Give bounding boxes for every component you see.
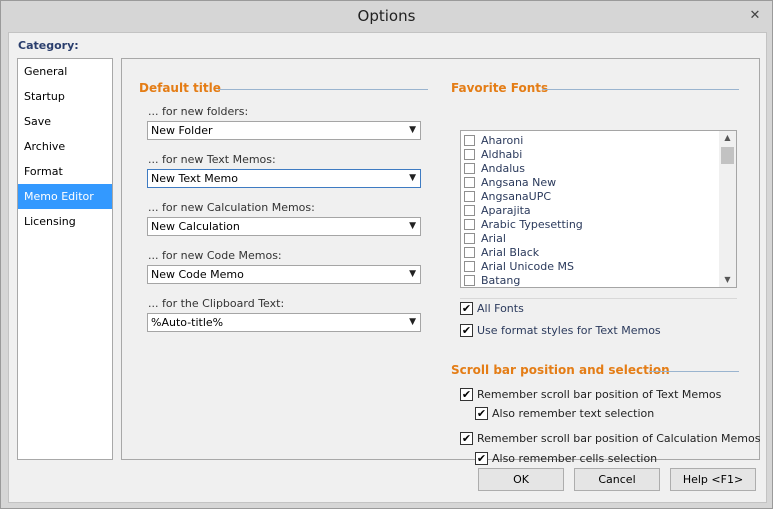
calc-memos-title-combo[interactable]: New Calculation ▼ xyxy=(147,217,421,236)
font-name: Batang xyxy=(481,274,521,287)
remember-text-scroll-label: Remember scroll bar position of Text Mem… xyxy=(477,388,722,401)
font-name: Arial Black xyxy=(481,246,540,259)
check-icon[interactable]: ✔ xyxy=(460,302,473,315)
category-item-save[interactable]: Save xyxy=(18,109,112,134)
fonts-scrollbar[interactable]: ▲ ▼ xyxy=(719,131,736,287)
scroll-down-icon[interactable]: ▼ xyxy=(719,273,736,287)
favorite-fonts-heading: Favorite Fonts xyxy=(451,81,549,95)
font-checkbox[interactable] xyxy=(464,135,475,146)
chevron-down-icon[interactable]: ▼ xyxy=(409,317,416,327)
check-icon[interactable]: ✔ xyxy=(475,407,488,420)
clipboard-title-value: %Auto-title% xyxy=(151,316,224,329)
all-fonts-label: All Fonts xyxy=(477,302,524,315)
favorite-fonts-list[interactable]: Aharoni Aldhabi Andalus Angsana New Angs… xyxy=(460,130,737,288)
font-name: Andalus xyxy=(481,162,525,175)
title-bar: Options ✕ xyxy=(1,1,772,32)
category-item-general[interactable]: General xyxy=(18,59,112,84)
chevron-down-icon[interactable]: ▼ xyxy=(409,269,416,279)
text-memos-label: ... for new Text Memos: xyxy=(148,153,276,166)
calc-memos-label: ... for new Calculation Memos: xyxy=(148,201,315,214)
cancel-button[interactable]: Cancel xyxy=(574,468,660,491)
folders-title-value: New Folder xyxy=(151,124,213,137)
text-memos-title-combo[interactable]: New Text Memo ▼ xyxy=(147,169,421,188)
font-checkbox[interactable] xyxy=(464,247,475,258)
font-name: AngsanaUPC xyxy=(481,190,552,203)
check-icon[interactable]: ✔ xyxy=(460,432,473,445)
dialog-client-area: Category: General Startup Save Archive F… xyxy=(8,32,767,503)
category-label: Category: xyxy=(18,39,79,52)
remember-calc-scroll-label: Remember scroll bar position of Calculat… xyxy=(477,432,761,445)
help-button[interactable]: Help <F1> xyxy=(670,468,756,491)
settings-panel: Default title ... for new folders: New F… xyxy=(121,58,761,465)
scroll-thumb[interactable] xyxy=(721,147,734,164)
window-title: Options xyxy=(357,7,416,25)
font-checkbox[interactable] xyxy=(464,163,475,174)
font-name: Aldhabi xyxy=(481,148,523,161)
category-item-licensing[interactable]: Licensing xyxy=(18,209,112,234)
options-window: Options ✕ Category: General Startup Save… xyxy=(0,0,773,509)
clipboard-title-combo[interactable]: %Auto-title% ▼ xyxy=(147,313,421,332)
check-icon[interactable]: ✔ xyxy=(460,388,473,401)
font-checkbox[interactable] xyxy=(464,233,475,244)
font-checkbox[interactable] xyxy=(464,275,475,286)
fonts-options-divider xyxy=(460,298,737,299)
folders-title-combo[interactable]: New Folder ▼ xyxy=(147,121,421,140)
code-memos-title-combo[interactable]: New Code Memo ▼ xyxy=(147,265,421,284)
category-item-memo-editor[interactable]: Memo Editor xyxy=(18,184,112,209)
category-item-startup[interactable]: Startup xyxy=(18,84,112,109)
chevron-down-icon[interactable]: ▼ xyxy=(409,125,416,135)
use-format-styles-label: Use format styles for Text Memos xyxy=(477,324,661,337)
check-icon[interactable]: ✔ xyxy=(475,452,488,465)
calc-memos-title-value: New Calculation xyxy=(151,220,240,233)
code-memos-label: ... for new Code Memos: xyxy=(148,249,282,262)
also-cells-selection-label: Also remember cells selection xyxy=(492,452,658,465)
font-name: Arabic Typesetting xyxy=(481,218,583,231)
font-name: Arial Unicode MS xyxy=(481,260,574,273)
folders-label: ... for new folders: xyxy=(148,105,249,118)
font-checkbox[interactable] xyxy=(464,191,475,202)
font-name: Arial xyxy=(481,232,506,245)
font-checkbox[interactable] xyxy=(464,261,475,272)
check-icon[interactable]: ✔ xyxy=(460,324,473,337)
scroll-bar-divider xyxy=(649,371,739,372)
favorite-fonts-divider xyxy=(542,89,739,90)
code-memos-title-value: New Code Memo xyxy=(151,268,244,281)
chevron-down-icon[interactable]: ▼ xyxy=(409,173,416,183)
font-name: Aharoni xyxy=(481,134,524,147)
also-text-selection-label: Also remember text selection xyxy=(492,407,655,420)
font-name: Aparajita xyxy=(481,204,531,217)
default-title-divider xyxy=(218,89,428,90)
scroll-bar-heading: Scroll bar position and selection xyxy=(451,363,670,377)
ok-button[interactable]: OK xyxy=(478,468,564,491)
text-memos-title-value: New Text Memo xyxy=(151,172,238,185)
category-item-format[interactable]: Format xyxy=(18,159,112,184)
category-list[interactable]: General Startup Save Archive Format Memo… xyxy=(17,58,113,460)
close-icon[interactable]: ✕ xyxy=(748,9,762,23)
default-title-heading: Default title xyxy=(139,81,221,95)
font-checkbox[interactable] xyxy=(464,177,475,188)
category-item-archive[interactable]: Archive xyxy=(18,134,112,159)
font-checkbox[interactable] xyxy=(464,219,475,230)
font-checkbox[interactable] xyxy=(464,205,475,216)
chevron-down-icon[interactable]: ▼ xyxy=(409,221,416,231)
font-name: Angsana New xyxy=(481,176,557,189)
font-checkbox[interactable] xyxy=(464,149,475,160)
clipboard-label: ... for the Clipboard Text: xyxy=(148,297,285,310)
scroll-up-icon[interactable]: ▲ xyxy=(719,131,736,145)
